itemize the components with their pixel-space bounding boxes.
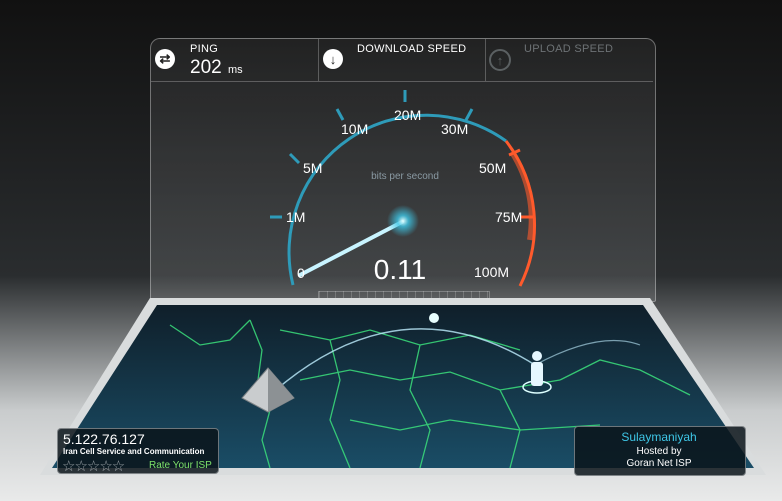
tab-download-speed[interactable]: ↓ DOWNLOAD SPEED xyxy=(318,39,486,81)
isp-name: Iran Cell Service and Communication xyxy=(63,447,205,456)
ping-unit: ms xyxy=(228,64,243,76)
upload-label: UPLOAD SPEED xyxy=(524,43,614,55)
ping-label: PING xyxy=(190,43,219,55)
rate-isp-link[interactable]: Rate Your ISP xyxy=(149,460,212,471)
test-tabs: ⇄ PING 202 ms ↓ DOWNLOAD SPEED ↑ UPLOAD … xyxy=(151,39,653,81)
isp-ip: 5.122.76.127 xyxy=(63,431,145,447)
gauge-label-20m: 20M xyxy=(394,107,422,123)
gauge-label-5m: 5M xyxy=(303,160,323,176)
connection-dot xyxy=(429,313,439,323)
download-arrow-icon: ↓ xyxy=(323,49,343,69)
user-head xyxy=(532,351,542,361)
upload-arrow-icon: ↑ xyxy=(489,49,511,71)
hosted-by-label: Hosted by xyxy=(636,446,682,457)
ping-icon: ⇄ xyxy=(155,49,175,69)
gauge-label-1m: 1M xyxy=(286,209,306,225)
tab-upload-speed[interactable]: ↑ UPLOAD SPEED xyxy=(485,39,653,81)
rating-stars-icon[interactable]: ☆☆☆☆☆ xyxy=(62,457,125,475)
gauge-label-50m: 50M xyxy=(479,160,507,176)
server-city[interactable]: Sulaymaniyah xyxy=(576,430,742,444)
gauge-label-75m: 75M xyxy=(495,209,523,225)
ping-value: 202 xyxy=(190,57,222,78)
gauge-label-10m: 10M xyxy=(341,121,369,137)
gauge-unit-note: bits per second xyxy=(371,171,439,182)
gauge-label-100m: 100M xyxy=(474,264,510,280)
user-location-icon xyxy=(531,362,543,386)
ping-tab: ⇄ PING 202 ms xyxy=(151,39,319,81)
gauge-arc-red-glow xyxy=(509,150,535,241)
speed-reading: 0.11 xyxy=(373,254,427,285)
needle-hub xyxy=(387,205,419,237)
gauge-label-30m: 30M xyxy=(441,121,469,137)
gauge-label-0: 0 xyxy=(297,265,305,281)
download-label: DOWNLOAD SPEED xyxy=(357,43,467,55)
server-host: Goran Net ISP xyxy=(626,458,692,469)
